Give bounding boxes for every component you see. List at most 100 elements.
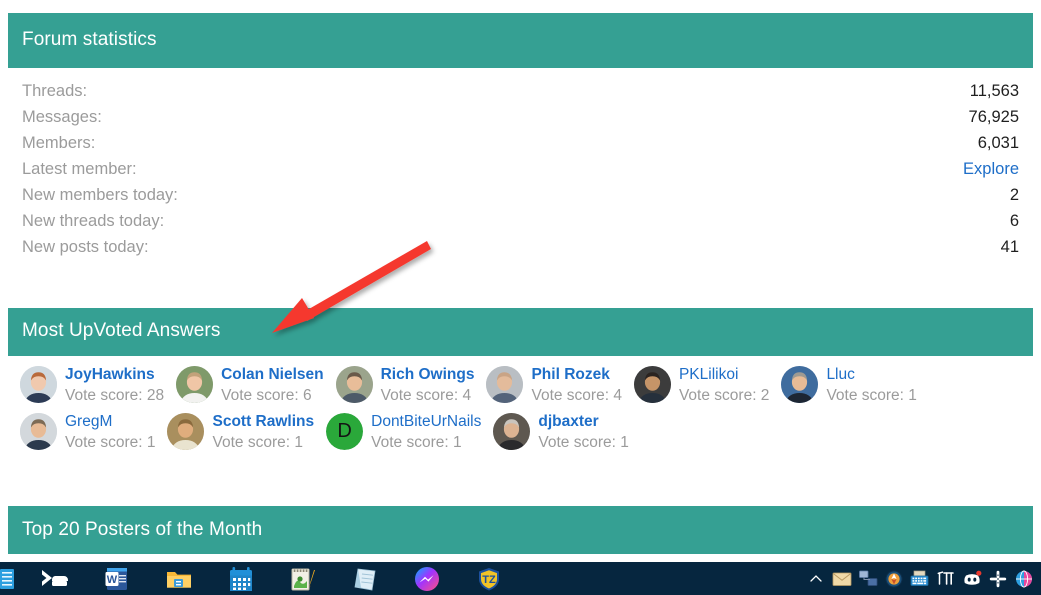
voter-username-link[interactable]: Scott Rawlins bbox=[212, 411, 314, 432]
avatar[interactable] bbox=[781, 366, 819, 403]
avatar-photo bbox=[486, 366, 524, 403]
voter-vote-score: Vote score: 4 bbox=[531, 387, 622, 404]
forum-page: Forum statistics Threads: 11,563 Message… bbox=[0, 0, 1041, 562]
tray-pi-tool[interactable] bbox=[933, 562, 959, 595]
avatar-photo bbox=[20, 366, 57, 403]
voter-entry[interactable]: Scott Rawlins Vote score: 1 bbox=[167, 410, 314, 453]
stat-row: Threads: 11,563 bbox=[22, 78, 1019, 104]
taskbar-spacer bbox=[520, 562, 803, 595]
tray-mail[interactable] bbox=[829, 562, 855, 595]
stat-row: New posts today: 41 bbox=[22, 234, 1019, 260]
avatar[interactable] bbox=[176, 366, 214, 403]
taskbar-app-calendar[interactable] bbox=[210, 562, 272, 595]
stat-value: 6,031 bbox=[977, 134, 1019, 152]
discord-icon bbox=[964, 570, 982, 585]
forum-statistics-title: Forum statistics bbox=[8, 13, 1033, 68]
voter-text: Scott Rawlins Vote score: 1 bbox=[212, 410, 314, 453]
latest-member-link[interactable]: Explore bbox=[963, 156, 1019, 182]
voter-text: GregM Vote score: 1 bbox=[65, 410, 155, 453]
stat-label: Threads: bbox=[22, 82, 88, 100]
avatar[interactable] bbox=[167, 413, 205, 450]
voter-username-link[interactable]: JoyHawkins bbox=[65, 364, 164, 385]
voter-entry[interactable]: GregM Vote score: 1 bbox=[20, 410, 155, 453]
stat-row: Latest member: Explore bbox=[22, 156, 1019, 182]
voter-username-link[interactable]: Rich Owings bbox=[381, 364, 475, 385]
taskbar-app-file-explorer[interactable] bbox=[148, 562, 210, 595]
taskbar-app-word[interactable]: W bbox=[86, 562, 148, 595]
voter-entry[interactable]: D DontBiteUrNails Vote score: 1 bbox=[326, 410, 481, 453]
tray-discord[interactable] bbox=[959, 562, 985, 595]
taskbar-pinned-apps: W TZ bbox=[0, 562, 520, 595]
voter-text: Phil Rozek Vote score: 4 bbox=[531, 363, 621, 406]
list-icon bbox=[0, 568, 14, 589]
svg-text:TZ: TZ bbox=[482, 574, 496, 586]
avatar[interactable]: D bbox=[326, 413, 364, 450]
voter-text: PKLilikoi Vote score: 2 bbox=[679, 363, 769, 406]
taskbar-app-notepad[interactable] bbox=[334, 562, 396, 595]
voter-vote-score: Vote score: 28 bbox=[65, 387, 165, 404]
stat-value: 41 bbox=[1000, 238, 1019, 256]
stat-row: Messages: 76,925 bbox=[22, 104, 1019, 130]
taskbar-app-messenger[interactable] bbox=[396, 562, 458, 595]
forum-statistics-panel: Forum statistics Threads: 11,563 Message… bbox=[8, 13, 1033, 272]
avatar[interactable] bbox=[335, 366, 373, 403]
avatar[interactable] bbox=[486, 366, 524, 403]
voter-username-link[interactable]: DontBiteUrNails bbox=[371, 411, 481, 432]
most-upvoted-answers-list: JoyHawkins Vote score: 28 Colan Nielsen Vot… bbox=[8, 356, 1033, 465]
stat-row: Members: 6,031 bbox=[22, 130, 1019, 156]
stat-label: Members: bbox=[22, 134, 96, 152]
voter-username-link[interactable]: GregM bbox=[65, 411, 155, 432]
voter-entry[interactable]: Phil Rozek Vote score: 4 bbox=[486, 363, 622, 406]
most-upvoted-answers-panel: Most UpVoted Answers JoyHawkins Vote scor… bbox=[8, 308, 1033, 465]
voter-username-link[interactable]: Lluc bbox=[826, 364, 916, 385]
stat-label: Latest member: bbox=[22, 160, 137, 178]
voter-entry[interactable]: PKLilikoi Vote score: 2 bbox=[633, 363, 769, 406]
stat-label: Messages: bbox=[22, 108, 102, 126]
voter-text: Colan Nielsen Vote score: 6 bbox=[221, 363, 324, 406]
voter-entry[interactable]: Rich Owings Vote score: 4 bbox=[335, 363, 475, 406]
avatar[interactable] bbox=[20, 413, 57, 450]
avatar[interactable] bbox=[20, 366, 57, 403]
tray-network[interactable] bbox=[855, 562, 881, 595]
stat-label: New threads today: bbox=[22, 212, 165, 230]
voter-vote-score: Vote score: 6 bbox=[221, 387, 312, 404]
system-tray bbox=[803, 562, 1041, 595]
avatar[interactable] bbox=[493, 413, 531, 450]
voter-username-link[interactable]: PKLilikoi bbox=[679, 364, 769, 385]
tray-compass[interactable] bbox=[881, 562, 907, 595]
taskbar-app-notes[interactable] bbox=[272, 562, 334, 595]
voter-entry[interactable]: Colan Nielsen Vote score: 6 bbox=[176, 363, 324, 406]
voter-username-link[interactable]: Phil Rozek bbox=[531, 364, 621, 385]
windows-taskbar[interactable]: W TZ bbox=[0, 562, 1041, 595]
voter-username-link[interactable]: Colan Nielsen bbox=[221, 364, 324, 385]
voter-vote-score: Vote score: 1 bbox=[212, 434, 303, 451]
tray-keyboard[interactable] bbox=[907, 562, 933, 595]
taskbar-app-terminal[interactable] bbox=[24, 562, 86, 595]
tray-slack[interactable] bbox=[985, 562, 1011, 595]
avatar-photo bbox=[335, 366, 373, 403]
stat-label: New posts today: bbox=[22, 238, 149, 256]
stat-row: New members today: 2 bbox=[22, 182, 1019, 208]
slack-icon bbox=[989, 570, 1007, 587]
voter-entry[interactable]: Lluc Vote score: 1 bbox=[781, 363, 917, 406]
voter-vote-score: Vote score: 1 bbox=[538, 434, 629, 451]
voter-entry[interactable]: djbaxter Vote score: 1 bbox=[493, 410, 629, 453]
stat-value: 2 bbox=[1009, 186, 1019, 204]
notepad-icon bbox=[354, 568, 376, 590]
avatar[interactable] bbox=[633, 366, 671, 403]
tray-show-hidden-icons[interactable] bbox=[803, 562, 829, 595]
voter-vote-score: Vote score: 1 bbox=[65, 434, 156, 451]
voter-entry[interactable]: JoyHawkins Vote score: 28 bbox=[20, 363, 164, 406]
avatar-photo bbox=[633, 366, 671, 403]
avatar-photo bbox=[493, 413, 531, 450]
terminal-icon bbox=[42, 569, 68, 586]
most-upvoted-answers-title: Most UpVoted Answers bbox=[8, 308, 1033, 356]
calendar-icon bbox=[230, 566, 252, 591]
avatar-initial: D bbox=[326, 413, 364, 450]
taskbar-app-trustedzone[interactable]: TZ bbox=[458, 562, 520, 595]
tray-browser[interactable] bbox=[1011, 562, 1037, 595]
voter-text: JoyHawkins Vote score: 28 bbox=[65, 363, 164, 406]
taskbar-edge-partial-icon[interactable] bbox=[0, 562, 24, 595]
keyboard-icon bbox=[910, 570, 929, 586]
voter-username-link[interactable]: djbaxter bbox=[538, 411, 628, 432]
